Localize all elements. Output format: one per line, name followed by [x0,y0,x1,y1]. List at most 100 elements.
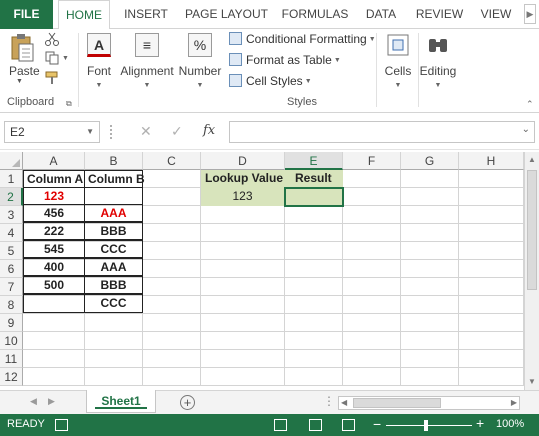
cell-e2[interactable] [285,188,343,206]
copy-dropdown-icon[interactable]: ▼ [62,55,69,62]
grid-cell[interactable] [401,350,459,368]
format-as-table-button[interactable]: Format as Table ▼ [229,51,341,69]
cell-styles-button[interactable]: Cell Styles ▼ [229,72,312,90]
cell-a1[interactable]: Column A [23,170,85,188]
grid-cell[interactable] [201,296,285,314]
grid-cell[interactable] [459,224,524,242]
row-header-2[interactable]: 2 [0,188,23,206]
grid-cell[interactable] [401,260,459,278]
row-header-5[interactable]: 5 [0,242,23,260]
grid-cell[interactable] [343,332,401,350]
tab-view[interactable]: VIEW [474,0,518,29]
cell-b7[interactable]: BBB [84,276,143,294]
grid-cell[interactable] [401,188,459,206]
ribbon-scroll-right-icon[interactable]: ▶ [524,4,536,24]
new-sheet-icon[interactable]: + [180,395,195,410]
column-header-a[interactable]: A [23,152,85,170]
grid-cell[interactable] [401,278,459,296]
vertical-scroll-thumb[interactable] [527,170,537,290]
grid-cell[interactable] [143,314,201,332]
grid-cell[interactable] [201,332,285,350]
tab-review[interactable]: REVIEW [412,0,467,29]
cell-b2[interactable] [84,187,143,205]
name-box[interactable]: E2 ▼ [4,121,100,143]
cut-icon[interactable] [44,32,60,46]
cell-a6[interactable]: 400 [23,258,85,276]
column-header-c[interactable]: C [143,152,201,170]
grid-cell[interactable] [23,368,85,386]
grid-cell[interactable] [285,350,343,368]
grid-cell[interactable] [459,278,524,296]
zoom-out-icon[interactable]: − [373,416,381,432]
row-header-11[interactable]: 11 [0,350,23,368]
grid-cell[interactable] [343,206,401,224]
column-header-f[interactable]: F [343,152,401,170]
grid-cell[interactable] [23,350,85,368]
grid-cell[interactable] [285,242,343,260]
grid-cell[interactable] [401,206,459,224]
grid-cell[interactable] [343,368,401,386]
copy-icon[interactable] [44,51,60,65]
formula-input[interactable]: ⌄ [229,121,535,143]
grid-cell[interactable] [459,260,524,278]
grid-cell[interactable] [459,314,524,332]
column-header-g[interactable]: G [401,152,459,170]
clipboard-launcher-icon[interactable]: ⧉ [66,99,72,109]
grid-cell[interactable] [143,368,201,386]
grid-cell[interactable] [143,242,201,260]
grid-cell[interactable] [143,350,201,368]
grid-cell[interactable] [401,296,459,314]
cell-a8[interactable] [23,294,85,313]
insert-function-icon[interactable]: fx [203,123,215,138]
grid-cell[interactable] [343,296,401,314]
grid-cell[interactable] [143,332,201,350]
grid-cell[interactable] [285,278,343,296]
row-header-12[interactable]: 12 [0,368,23,386]
normal-view-icon[interactable] [274,419,287,431]
grid-cell[interactable] [201,224,285,242]
grid-cell[interactable] [401,242,459,260]
grid-cell[interactable] [201,242,285,260]
page-layout-view-icon[interactable] [309,419,322,431]
grid-cell[interactable] [85,368,143,386]
row-header-4[interactable]: 4 [0,224,23,242]
tab-file[interactable]: FILE [0,0,53,29]
cell-b1[interactable]: Column B [84,170,145,188]
grid-cell[interactable] [23,332,85,350]
grid-cell[interactable] [285,206,343,224]
grid-cell[interactable] [285,368,343,386]
cell-b4[interactable]: BBB [84,222,143,240]
row-header-3[interactable]: 3 [0,206,23,224]
grid-cell[interactable] [343,314,401,332]
grid-cell[interactable] [459,188,524,206]
grid-cell[interactable] [343,278,401,296]
vertical-scrollbar[interactable]: ▲ ▼ [524,152,539,390]
macro-recording-icon[interactable] [55,419,68,431]
grid-cell[interactable] [23,314,85,332]
formula-bar-splitter[interactable] [110,125,112,139]
grid-cell[interactable] [285,224,343,242]
grid-cell[interactable] [201,350,285,368]
tab-insert[interactable]: INSERT [117,0,175,29]
grid-cell[interactable] [143,278,201,296]
column-header-b[interactable]: B [85,152,143,170]
collapse-ribbon-icon[interactable]: ⌃ [526,99,534,110]
grid-cell[interactable] [401,332,459,350]
font-button[interactable]: A Font ▼ [82,33,116,89]
scroll-right-icon[interactable]: ▶ [511,397,517,409]
cell-a2[interactable]: 123 [23,187,85,205]
next-sheet-icon[interactable]: ▶ [48,396,55,407]
row-header-8[interactable]: 8 [0,296,23,314]
grid-cell[interactable] [143,260,201,278]
scroll-down-icon[interactable]: ▼ [528,377,536,386]
grid-cell[interactable] [285,332,343,350]
grid-cell[interactable] [459,206,524,224]
grid-cell[interactable] [85,332,143,350]
grid-cell[interactable] [85,314,143,332]
grid-cell[interactable] [201,314,285,332]
grid-cell[interactable] [459,368,524,386]
grid-cell[interactable] [401,314,459,332]
column-header-h[interactable]: H [459,152,524,170]
horizontal-scrollbar[interactable]: ◀ ▶ [338,396,520,410]
grid-cell[interactable] [201,260,285,278]
